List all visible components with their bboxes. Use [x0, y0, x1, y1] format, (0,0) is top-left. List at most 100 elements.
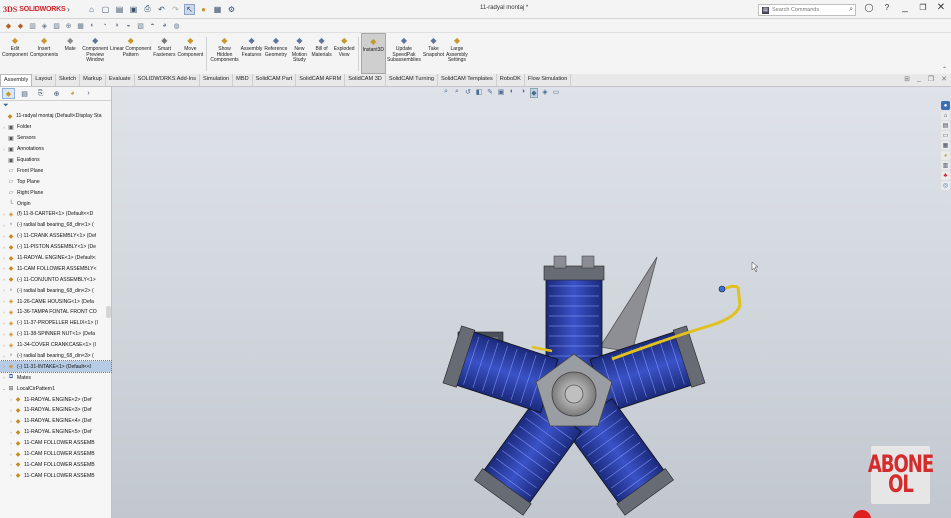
tab-simulation[interactable]: Simulation	[200, 74, 234, 86]
tree-item[interactable]: └ Origin	[0, 198, 111, 209]
part-icon[interactable]: ◆	[16, 21, 25, 30]
tab-flow-simulation[interactable]: Flow Simulation	[525, 74, 572, 86]
section-icon[interactable]: ◓	[148, 21, 157, 30]
linear-pattern-button[interactable]: ◆ Linear Component Pattern	[109, 33, 152, 74]
tree-item[interactable]: › ◆ 11-CAM FOLLOWER ASSEMB	[0, 449, 111, 460]
tree-item[interactable]: › ♆ (-) radial ball bearing_68_din<2> (	[0, 285, 111, 296]
tree-item[interactable]: › ♆ (-) radial ball bearing_68_din<3> (	[0, 351, 111, 362]
collapse-ribbon-icon[interactable]: ⌃	[942, 66, 947, 73]
new-document-icon[interactable]: ▢	[100, 4, 111, 15]
display-icon[interactable]: ◕	[160, 21, 169, 30]
dimxpert-tab-icon[interactable]: ⊕	[50, 88, 63, 99]
tree-item[interactable]: › ◆ (-) 11-CRANK ASSEMBLY<1> (Def	[0, 231, 111, 242]
tree-item[interactable]: ▣ Sensors	[0, 133, 111, 144]
tab-restore-icon[interactable]: ❐	[928, 75, 934, 83]
more-tabs-icon[interactable]: ›	[82, 88, 95, 99]
print-icon[interactable]: ⎙	[142, 4, 153, 15]
exploded-view-button[interactable]: ◆ Exploded View	[333, 33, 356, 74]
options-gear-icon[interactable]: ⚙	[226, 4, 237, 15]
panel-scroll-handle[interactable]	[106, 306, 111, 318]
tree-item[interactable]: ▣ Equations	[0, 155, 111, 166]
tab-solidcam-turning[interactable]: SolidCAM Turning	[386, 74, 438, 86]
tab-evaluate[interactable]: Evaluate	[106, 74, 135, 86]
tree-item[interactable]: › ◆ 11-CAM FOLLOWER ASSEMB	[0, 438, 111, 449]
tab-layout[interactable]: Layout	[32, 74, 57, 86]
solidworks-logo[interactable]: 3DS SOLIDWORKS	[3, 5, 66, 14]
preview-window-button[interactable]: ◆ Component Preview Window	[81, 33, 109, 74]
save-icon[interactable]: ▣	[128, 4, 139, 15]
reference-geometry-button[interactable]: ◆ Reference Geometry	[263, 33, 288, 74]
tree-item[interactable]: › ▣ Annotations	[0, 144, 111, 155]
menu-expand-icon[interactable]: ›	[63, 4, 74, 15]
open-icon[interactable]: ▤	[114, 4, 125, 15]
home-icon[interactable]: ⌂	[86, 4, 97, 15]
configuration-icon[interactable]: ◈	[40, 21, 49, 30]
radial-engine-model[interactable]	[112, 87, 951, 518]
tree-item[interactable]: › ◆ (-) 11-PISTON ASSEMBLY<1> (De	[0, 242, 111, 253]
smart-fasteners-button[interactable]: ◆ Smart Fasteners	[152, 33, 176, 74]
tree-item[interactable]: ▱ Right Plane	[0, 187, 111, 198]
tree-item[interactable]: › ◆ 11-RADYAL ENGINE<5> (Def	[0, 427, 111, 438]
tree-item[interactable]: › ◈ (-) 11-37-PROPELLER HELIX<1> (I	[0, 318, 111, 329]
mate-button[interactable]: ◆ Mate	[59, 33, 81, 74]
tab-solidworks-add-ins[interactable]: SOLIDWORKS Add-Ins	[135, 74, 201, 86]
tree-item[interactable]: › ♆ (-) radial ball bearing_68_din<1> (	[0, 220, 111, 231]
scene-icon[interactable]: ▧	[136, 21, 145, 30]
appearance-icon[interactable]: ◒	[124, 21, 133, 30]
help-icon[interactable]: ?	[881, 3, 893, 12]
search-icon[interactable]: ⌕	[849, 6, 853, 14]
tree-item[interactable]: › ◈ (-) 11-38-SPINNER NUT<1> (Defa	[0, 329, 111, 340]
crosshair-icon[interactable]: ⊕	[64, 21, 73, 30]
tree-item[interactable]: ▱ Front Plane	[0, 165, 111, 176]
tree-item[interactable]: › ▣ Folder	[0, 122, 111, 133]
tab-assembly[interactable]: Assembly	[0, 74, 33, 86]
tab-solidcam-part[interactable]: SolidCAM Part	[253, 74, 297, 86]
configuration-manager-tab-icon[interactable]: ⎘	[34, 88, 47, 99]
file-properties-icon[interactable]: ▦	[212, 4, 223, 15]
search-commands-input[interactable]	[772, 7, 832, 13]
tree-item[interactable]: › ◆ 11-RADYAL ENGINE<3> (Def	[0, 405, 111, 416]
large-assembly-button[interactable]: ◆ Large Assembly Settings	[445, 33, 469, 74]
tab-sketch[interactable]: Sketch	[56, 74, 81, 86]
filter-icon[interactable]: ⏷	[0, 101, 111, 111]
display-manager-tab-icon[interactable]: ◕	[66, 88, 79, 99]
camera-icon[interactable]: ◍	[172, 21, 181, 30]
tab-close-icon[interactable]: ✕	[941, 75, 947, 83]
tree-item[interactable]: › ◆ 11-CAM FOLLOWER ASSEMBLY<	[0, 263, 111, 274]
tree-item[interactable]: › ◆ 11-CAM FOLLOWER ASSEMB	[0, 460, 111, 471]
tree-item[interactable]: › ◈ (-) 11-31-INTAKE<1> (Default<<I	[0, 360, 112, 374]
grid-icon[interactable]: ▦	[76, 21, 85, 30]
restore-icon[interactable]: ❐	[917, 3, 929, 12]
tile-icon[interactable]: ⊞	[904, 75, 910, 83]
search-commands-box[interactable]: ▤ ⌕	[758, 4, 856, 16]
tree-item[interactable]: › ◈ (f) 11-8-CARTER<1> (Default<<D	[0, 209, 111, 220]
motion-study-button[interactable]: ◆ New Motion Study	[288, 33, 310, 74]
rebuild-icon[interactable]: ●	[198, 4, 209, 15]
tab-solidcam-templates[interactable]: SolidCAM Templates	[438, 74, 497, 86]
bom-button[interactable]: ◆ Bill of Materials	[310, 33, 332, 74]
select-icon[interactable]: ↖	[184, 3, 195, 15]
tree-item[interactable]: ▱ Top Plane	[0, 176, 111, 187]
graphics-area[interactable]: ⌕ ⌕ ↺ ◧ ✎ ▣ ◐ ◑ ◆ ◈ ▭ ● ⌂ ▤ ▭ ▦ ◕ ▥ ♣ ◎	[112, 87, 951, 518]
zoom-icon[interactable]: ◔	[100, 21, 109, 30]
tree-item[interactable]: ⌄ ⊞ LocalCirPattern1	[0, 383, 111, 394]
view-icon[interactable]: ◐	[88, 21, 97, 30]
tree-item[interactable]: ◆ 11-radyal montaj (Default<Display Sta	[0, 111, 111, 122]
snapshot-button[interactable]: ◆ Take Snapshot	[422, 33, 445, 74]
tab-robodk[interactable]: RoboDK	[497, 74, 525, 86]
tab-solidcam-afrm[interactable]: SolidCAM AFRM	[296, 74, 346, 86]
drawing-icon[interactable]: ▨	[52, 21, 61, 30]
tab-markup[interactable]: Markup	[80, 74, 106, 86]
tab-mbd[interactable]: MBD	[233, 74, 253, 86]
tree-item[interactable]: › ◆ (-) 11-CONJUNTO ASSEMBLY<1>	[0, 274, 111, 285]
instant3d-button[interactable]: ◆ Instant3D	[360, 33, 386, 74]
user-icon[interactable]: ◯	[863, 3, 875, 12]
property-manager-tab-icon[interactable]: ▤	[18, 88, 31, 99]
assembly-features-button[interactable]: ◆ Assembly Features	[240, 33, 264, 74]
insert-components-button[interactable]: ◆ Insert Components	[29, 33, 59, 74]
redo-icon[interactable]: ↷	[170, 4, 181, 15]
tree-item[interactable]: › ◆ 11-RADYAL ENGINE<4> (Def	[0, 416, 111, 427]
tree-item[interactable]: › ⧉ Mates	[0, 372, 111, 383]
tree-item[interactable]: › ◆ 11-RADYAL ENGINE<2> (Def	[0, 394, 111, 405]
tree-item[interactable]: › ◈ 11-26-CAME HOUSING<1> (Defa	[0, 296, 111, 307]
